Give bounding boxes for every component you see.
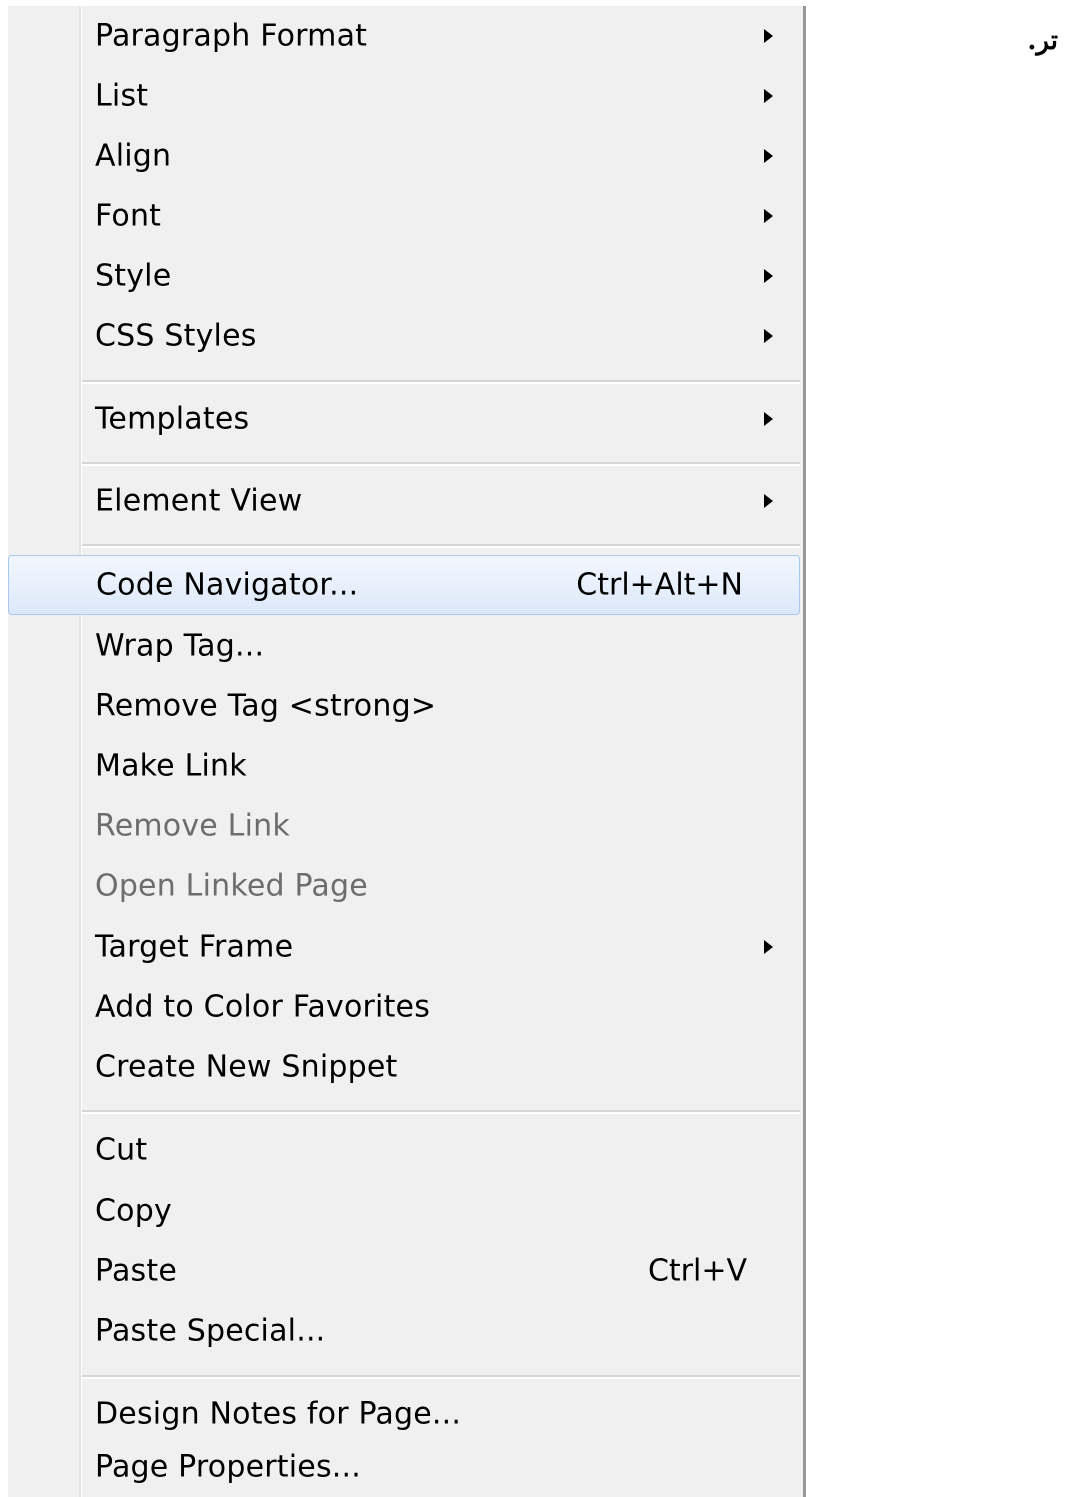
- menu-item-label: Add to Color Favorites: [95, 989, 431, 1025]
- menu-item-label: Page Properties...: [95, 1449, 361, 1484]
- menu-item-label: Remove Tag <strong>: [95, 688, 437, 724]
- submenu-arrow-icon: [764, 940, 773, 954]
- menu-item-label: Style: [95, 258, 172, 294]
- menu-item-label: Font: [95, 198, 162, 234]
- submenu-arrow-icon: [764, 269, 773, 283]
- submenu-arrow-icon: [764, 494, 773, 508]
- menu-separator: [82, 544, 800, 548]
- menu-item-paste[interactable]: Paste Ctrl+V: [8, 1241, 803, 1301]
- menu-item-make-link[interactable]: Make Link: [8, 736, 803, 796]
- menu-item-label: Remove Link: [95, 808, 290, 844]
- menu-item-label: Paste: [95, 1253, 177, 1289]
- menu-item-open-linked-page[interactable]: Open Linked Page: [8, 856, 803, 916]
- menu-item-list[interactable]: List: [8, 66, 803, 126]
- menu-item-label: Cut: [95, 1132, 148, 1168]
- menu-item-paragraph-format[interactable]: Paragraph Format: [8, 6, 803, 66]
- menu-item-design-notes[interactable]: Design Notes for Page...: [8, 1384, 803, 1444]
- menu-item-style[interactable]: Style: [8, 246, 803, 306]
- menu-item-label: Paragraph Format: [95, 18, 368, 54]
- menu-item-page-properties[interactable]: Page Properties...: [8, 1437, 803, 1496]
- menu-item-label: CSS Styles: [95, 318, 257, 354]
- menu-item-shortcut: Ctrl+Alt+N: [576, 567, 743, 603]
- submenu-arrow-icon: [764, 149, 773, 163]
- submenu-arrow-icon: [764, 412, 773, 426]
- menu-item-label: Make Link: [95, 748, 247, 784]
- menu-item-align[interactable]: Align: [8, 126, 803, 186]
- submenu-arrow-icon: [764, 329, 773, 343]
- menu-item-label: Align: [95, 138, 172, 174]
- menu-item-label: Open Linked Page: [95, 868, 368, 904]
- menu-item-css-styles[interactable]: CSS Styles: [8, 306, 803, 366]
- menu-item-element-view[interactable]: Element View: [8, 471, 803, 531]
- menu-separator: [82, 462, 800, 466]
- menu-item-copy[interactable]: Copy: [8, 1181, 803, 1241]
- menu-item-add-to-color-favorites[interactable]: Add to Color Favorites: [8, 977, 803, 1037]
- menu-item-code-navigator[interactable]: Code Navigator... Ctrl+Alt+N: [8, 555, 800, 615]
- menu-item-label: Copy: [95, 1193, 172, 1229]
- menu-item-label: Wrap Tag...: [95, 628, 265, 664]
- menu-item-label: Code Navigator...: [96, 567, 359, 603]
- menu-item-paste-special[interactable]: Paste Special...: [8, 1301, 803, 1361]
- menu-item-label: Create New Snippet: [95, 1049, 398, 1085]
- menu-item-label: Target Frame: [95, 929, 294, 965]
- context-menu: Paragraph Format List Align Font Style C…: [8, 6, 806, 1497]
- menu-separator: [82, 1110, 800, 1114]
- menu-item-templates[interactable]: Templates: [8, 389, 803, 449]
- menu-item-create-new-snippet[interactable]: Create New Snippet: [8, 1037, 803, 1097]
- menu-item-label: List: [95, 78, 149, 114]
- menu-item-shortcut: Ctrl+V: [647, 1253, 747, 1289]
- menu-item-remove-tag[interactable]: Remove Tag <strong>: [8, 676, 803, 736]
- submenu-arrow-icon: [764, 209, 773, 223]
- menu-separator: [82, 1375, 800, 1379]
- menu-item-remove-link[interactable]: Remove Link: [8, 796, 803, 856]
- submenu-arrow-icon: [764, 29, 773, 43]
- submenu-arrow-icon: [764, 89, 773, 103]
- document-rtl-text: تر.: [1027, 26, 1058, 56]
- menu-item-label: Element View: [95, 483, 303, 519]
- screen: تر. Paragraph Format List Align Font Sty…: [0, 0, 1072, 1497]
- menu-item-wrap-tag[interactable]: Wrap Tag...: [8, 616, 803, 676]
- menu-separator: [82, 380, 800, 384]
- menu-item-target-frame[interactable]: Target Frame: [8, 917, 803, 977]
- menu-item-label: Paste Special...: [95, 1313, 326, 1349]
- menu-item-label: Templates: [95, 401, 250, 437]
- menu-item-cut[interactable]: Cut: [8, 1120, 803, 1180]
- menu-item-font[interactable]: Font: [8, 186, 803, 246]
- menu-item-label: Design Notes for Page...: [95, 1396, 462, 1432]
